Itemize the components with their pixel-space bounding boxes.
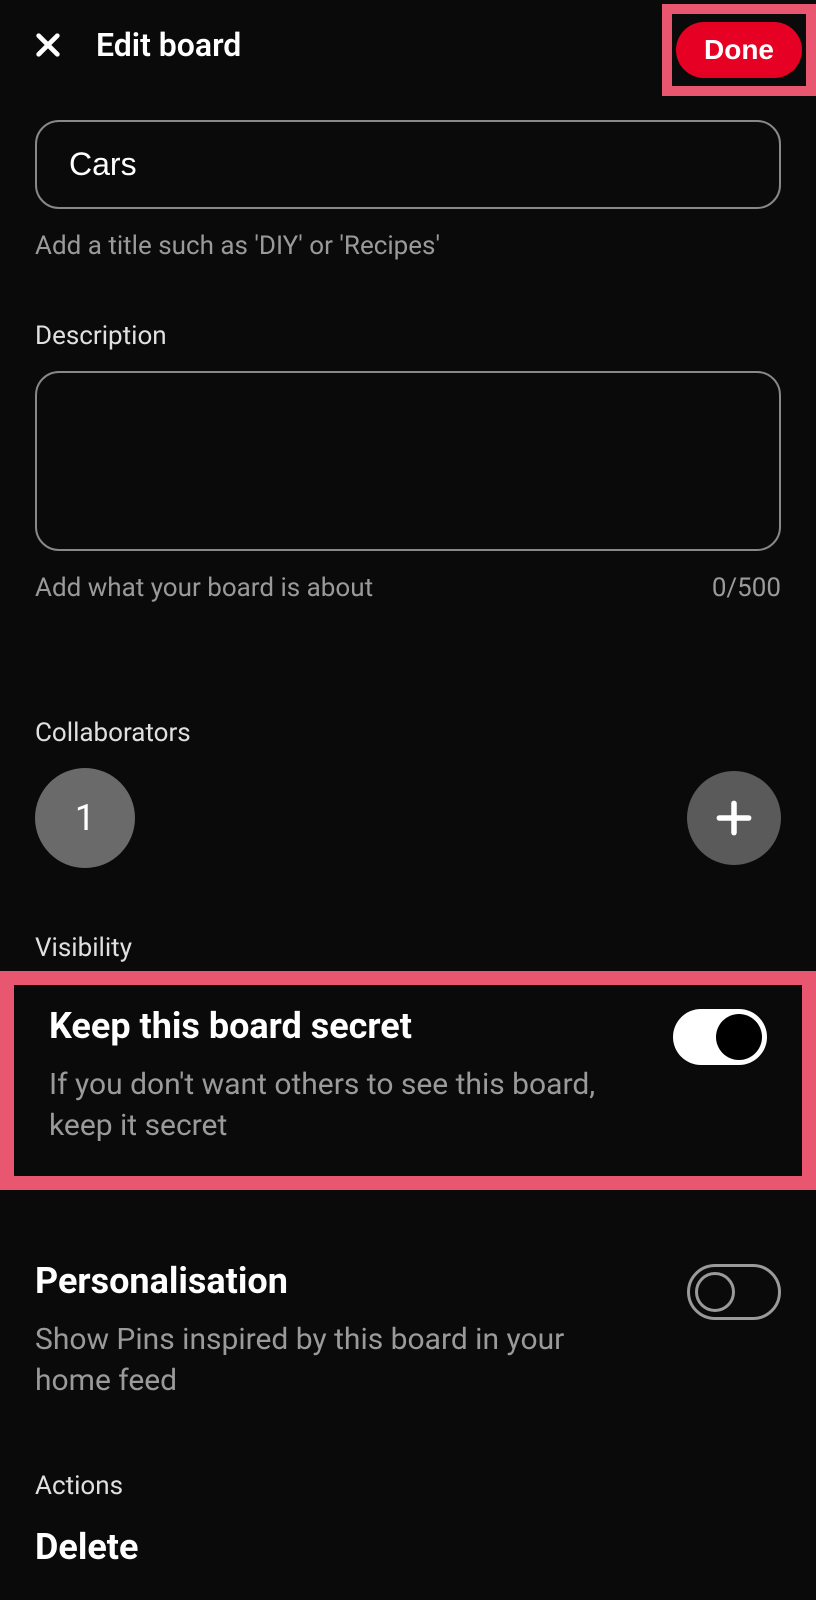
description-input[interactable]: [35, 371, 781, 551]
collaborator-avatar[interactable]: 1: [35, 768, 135, 868]
header-left: Edit board: [30, 26, 241, 64]
close-icon[interactable]: [30, 27, 66, 63]
personalisation-description: Show Pins inspired by this board in your…: [35, 1320, 595, 1401]
toggle-knob: [716, 1014, 762, 1060]
description-helper: Add what your board is about: [35, 573, 373, 603]
content: Add a title such as 'DIY' or 'Recipes' D…: [0, 90, 816, 1588]
personalisation-section: Personalisation Show Pins inspired by th…: [35, 1260, 781, 1401]
collaborators-row: 1: [35, 768, 781, 868]
secret-toggle[interactable]: [673, 1009, 767, 1065]
secret-description: If you don't want others to see this boa…: [49, 1065, 609, 1146]
plus-icon: [712, 796, 756, 840]
personalisation-toggle[interactable]: [687, 1264, 781, 1320]
secret-title: Keep this board secret: [49, 1005, 609, 1047]
description-counter: 0/500: [712, 573, 781, 603]
description-label: Description: [35, 321, 781, 351]
title-helper: Add a title such as 'DIY' or 'Recipes': [35, 231, 781, 261]
toggle-knob: [695, 1272, 735, 1312]
secret-highlight: Keep this board secret If you don't want…: [0, 971, 816, 1190]
secret-setting-row: Keep this board secret If you don't want…: [49, 1005, 767, 1146]
secret-text-block: Keep this board secret If you don't want…: [49, 1005, 609, 1146]
description-footer: Add what your board is about 0/500: [35, 573, 781, 603]
personalisation-title: Personalisation: [35, 1260, 595, 1302]
header: Edit board Done: [0, 0, 816, 90]
collaborators-label: Collaborators: [35, 718, 781, 748]
board-title-input[interactable]: [35, 120, 781, 209]
done-highlight: Done: [662, 4, 816, 96]
visibility-label: Visibility: [35, 933, 781, 963]
page-title: Edit board: [96, 26, 241, 64]
add-collaborator-button[interactable]: [687, 771, 781, 865]
actions-label: Actions: [35, 1471, 781, 1501]
done-button[interactable]: Done: [676, 22, 802, 78]
personalisation-row: Personalisation Show Pins inspired by th…: [35, 1260, 781, 1401]
personalisation-text-block: Personalisation Show Pins inspired by th…: [35, 1260, 595, 1401]
delete-button[interactable]: Delete: [35, 1526, 781, 1568]
